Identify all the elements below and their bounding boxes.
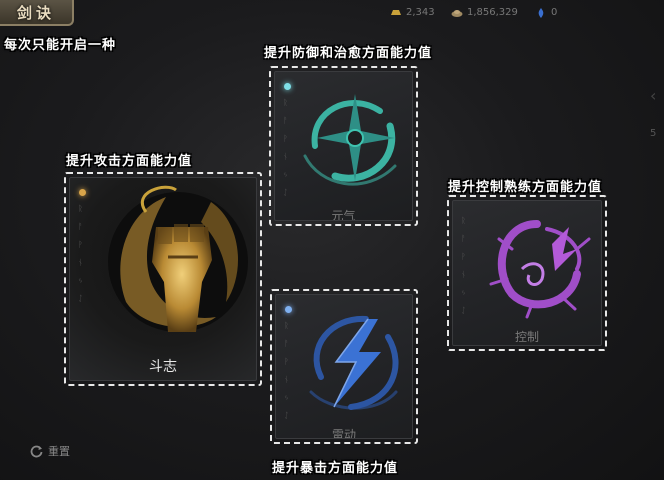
gold-ingot-icon [391,9,401,15]
rune-column: ᚱᚨᚹ ᚾᛃᛇ [284,321,289,420]
selection-dot-icon [79,189,86,196]
side-mark: 5 [650,128,657,139]
scroll-tab-title[interactable]: 剑诀 [0,0,74,26]
currency-gold-value: 2,343 [406,7,435,18]
compass-swirl-emblem-icon [303,94,397,186]
currency-silver-value: 1,856,329 [467,7,518,18]
reset-button[interactable]: 重置 [30,443,70,459]
caption-control: 提升控制熟练方面能力值 [448,180,603,195]
card-leidong-label: 雷动 [331,428,356,439]
currency-silver: 1,856,329 [451,7,518,18]
card-douzhi-label: 斗志 [149,359,177,375]
card-kongzhi[interactable]: ᚱᚨᚹ ᚾᛃᛇ 控制 [447,195,607,351]
caption-attack: 提升攻击方面能力值 [66,154,193,169]
fist-emblem-icon [108,185,248,332]
card-leidong[interactable]: ᚱᚨᚹ ᚾᛃᛇ 雷动 [270,289,418,444]
lightning-emblem-icon [309,315,399,410]
currency-gem: 0 [535,7,557,18]
currency-gold: 2,343 [390,7,435,18]
silver-ingot-icon [451,9,463,17]
card-yuanqi-label: 元气 [331,209,356,221]
currency-gem-value: 0 [551,7,558,18]
gem-icon [538,7,544,18]
selection-dot-icon [284,83,291,90]
caption-crit: 提升暴击方面能力值 [272,461,399,476]
card-yuanqi[interactable]: ᚱᚨᚹ ᚾᛃᛇ 元气 [269,66,418,226]
subtitle-caption: 每次只能开启一种 [4,38,117,53]
thorn-ring-emblem-icon [489,220,591,319]
selection-dot-icon [285,306,292,313]
caption-defense: 提升防御和治愈方面能力值 [264,46,433,61]
reset-icon [30,445,43,457]
card-kongzhi-label: 控制 [514,330,539,344]
rune-column: ᚱᚨᚹ ᚾᛃᛇ [283,98,288,197]
card-douzhi[interactable]: ᚱᚨᚹ ᚾᛃᛇ 斗志 [64,172,262,386]
chevron-left-icon[interactable]: ‹ [650,86,656,105]
rune-column: ᚱᚨᚹ ᚾᛃᛇ [461,216,466,315]
reset-label: 重置 [48,445,70,458]
rune-column: ᚱᚨᚹ ᚾᛃᛇ [78,204,83,303]
